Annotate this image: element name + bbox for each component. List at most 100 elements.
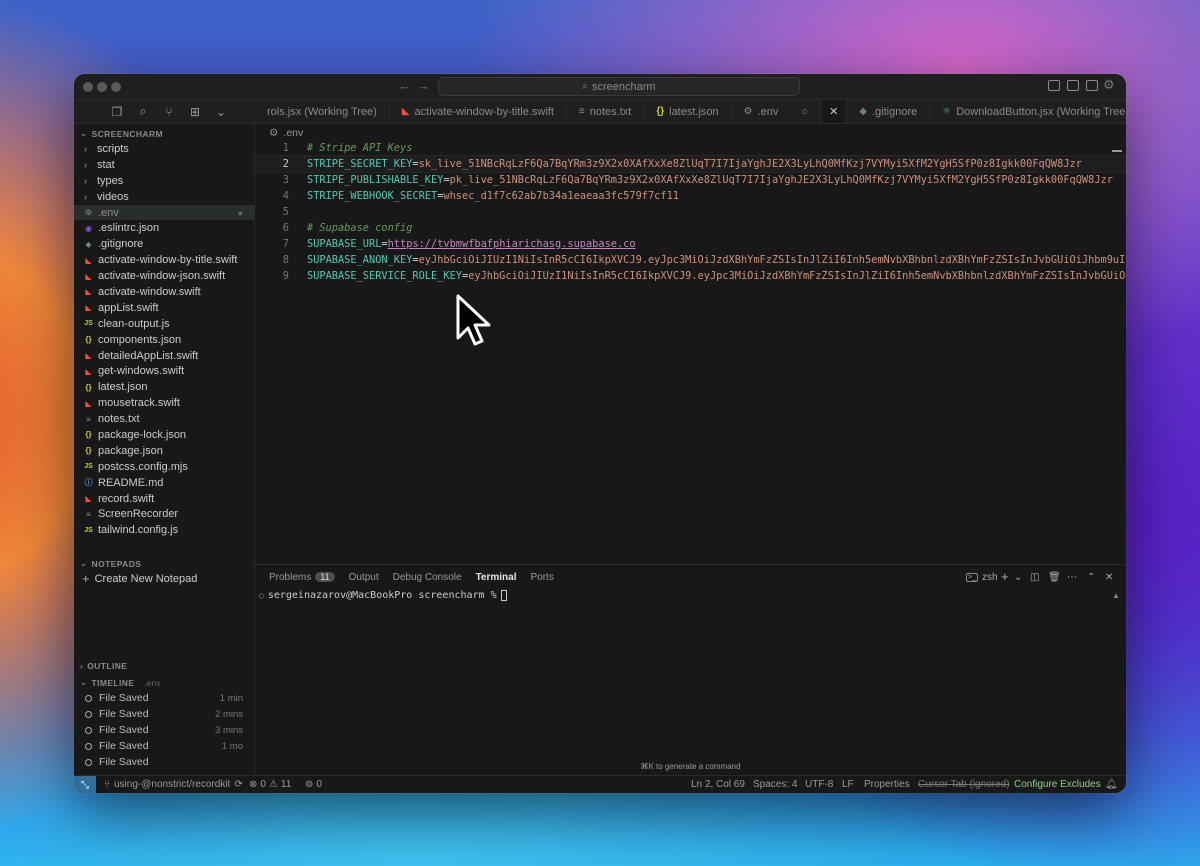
tree-file-latest-json[interactable]: {} latest.json <box>74 379 255 395</box>
tab-close-button[interactable]: ✕ <box>821 100 848 123</box>
tree-file-applist[interactable]: ◣ appList.swift <box>74 300 255 316</box>
tree-file-screenrecorder[interactable]: ≡ ScreenRecorder <box>74 506 255 522</box>
code-line[interactable]: 1 # Stripe API Keys <box>255 140 1126 156</box>
end-of-line[interactable]: LF <box>842 779 854 790</box>
tree-file-gitignore[interactable]: ◆ .gitignore <box>74 236 255 252</box>
close-window-button[interactable] <box>83 82 93 92</box>
tree-file-package-json[interactable]: {} package.json <box>74 443 255 459</box>
tree-file-activate-window-json[interactable]: ◣ activate-window-json.swift <box>74 268 255 284</box>
cursor-tab-status[interactable]: Cursor Tab (ignored) <box>918 779 1010 790</box>
configure-excludes-link[interactable]: Configure Excludes <box>1014 779 1101 790</box>
terminal-dropdown-chevron-icon[interactable]: ⌄ <box>1014 572 1022 583</box>
tab-output[interactable]: Output <box>349 572 379 583</box>
command-center-search[interactable]: ⌕ screencharm <box>438 77 800 96</box>
code-editor[interactable]: ⚙ .env 1 # Stripe API Keys 2 STRIPE_SECR… <box>254 124 1126 564</box>
breadcrumb[interactable]: ⚙ .env <box>269 127 303 139</box>
code-line[interactable]: 4 STRIPE_WEBHOOK_SECRET=whsec_d1f7c62ab7… <box>255 188 1126 204</box>
code-line[interactable]: 9 SUPABASE_SERVICE_ROLE_KEY=eyJhbGciOiJI… <box>255 268 1126 284</box>
tree-file-eslintrc[interactable]: ◉ .eslintrc.json <box>74 220 255 236</box>
tree-file-record-swift[interactable]: ◣ record.swift <box>74 491 255 507</box>
tree-file-readme[interactable]: ⓘ README.md <box>74 475 255 491</box>
tab-controls-jsx[interactable]: rols.jsx (Working Tree) <box>255 100 390 123</box>
toggle-panel-icon[interactable] <box>1067 80 1079 91</box>
split-terminal-icon[interactable]: ◫ <box>1030 572 1039 583</box>
code-line[interactable]: 7 SUPABASE_URL=https://tvbmwfbafphiarich… <box>255 236 1126 252</box>
tree-folder-types[interactable]: › types <box>74 173 255 189</box>
code-line[interactable]: 8 SUPABASE_ANON_KEY=eyJhbGciOiJIUzI1NiIs… <box>255 252 1126 268</box>
tree-file-postcss-config[interactable]: JS postcss.config.mjs <box>74 459 255 475</box>
ports-indicator[interactable]: ⊚ 0 <box>305 779 322 790</box>
tab-ports[interactable]: Ports <box>531 572 554 583</box>
timeline-entry[interactable]: File Saved <box>74 754 255 770</box>
more-views-chevron-icon[interactable]: ⌄ <box>214 105 228 119</box>
modified-dot-icon: ● <box>237 207 243 218</box>
tab-latest-json[interactable]: {} latest.json <box>644 100 732 123</box>
tab-notes-txt[interactable]: ≡ notes.txt <box>567 100 645 123</box>
tree-folder-stat[interactable]: › stat <box>74 157 255 173</box>
tree-file-mousetrack[interactable]: ◣ mousetrack.swift <box>74 395 255 411</box>
new-terminal-button[interactable]: + <box>1001 569 1009 584</box>
terminal-shell-selector[interactable]: >_ zsh <box>966 572 998 583</box>
explorer-icon[interactable]: ❐ <box>110 105 124 119</box>
timeline-entry[interactable]: File Saved 2 mins <box>74 706 255 722</box>
tab-activate-window-by-title[interactable]: ◣ activate-window-by-title.swift <box>390 100 567 123</box>
tab-debug-console[interactable]: Debug Console <box>393 572 462 583</box>
close-panel-icon[interactable]: ✕ <box>1105 572 1113 583</box>
forward-arrow-icon[interactable]: → <box>417 78 430 93</box>
circle-icon <box>85 694 92 702</box>
tab-terminal[interactable]: Terminal <box>476 572 517 583</box>
toggle-secondary-sidebar-icon[interactable] <box>1086 80 1098 91</box>
bottom-panel: Problems 11 Output Debug Console Terminal… <box>255 564 1126 775</box>
branch-indicator[interactable]: ⑂ using-@nonstrict/recordkit ⟳ <box>104 779 243 790</box>
more-icon[interactable]: ⋯ <box>1067 572 1077 583</box>
code-line[interactable]: 3 STRIPE_PUBLISHABLE_KEY=pk_live_51NBcRq… <box>255 172 1126 188</box>
maximize-panel-chevron-up-icon[interactable]: ⌃ <box>1087 572 1095 583</box>
tree-file-notes-txt[interactable]: ≡ notes.txt <box>74 411 255 427</box>
search-view-icon[interactable]: ⌕ <box>136 104 150 119</box>
timeline-entry[interactable]: File Saved 3 mins <box>74 722 255 738</box>
code-line-current[interactable]: 2 STRIPE_SECRET_KEY=sk_live_51NBcRqLzF6Q… <box>254 155 1126 173</box>
scroll-up-icon[interactable]: ▲ <box>1112 591 1120 600</box>
encoding[interactable]: UTF-8 <box>805 779 833 790</box>
supabase-url-link[interactable]: https://tvbmwfbafphiarichasg.supabase.co <box>388 238 636 250</box>
minimize-window-button[interactable] <box>97 82 107 92</box>
notepads-section-header[interactable]: ⌄ NOTEPADS <box>80 558 141 569</box>
timeline-section-header[interactable]: ⌄ TIMELINE .env <box>80 677 160 688</box>
code-line[interactable]: 5 <box>255 204 1126 220</box>
tab-problems[interactable]: Problems 11 <box>269 572 335 583</box>
source-control-icon[interactable]: ⑂ <box>162 105 176 119</box>
tab-env[interactable]: ⚙ .env ○ <box>732 100 822 123</box>
indentation[interactable]: Spaces: 4 <box>753 779 797 790</box>
tree-file-env[interactable]: ⚙ .env ● <box>74 204 255 221</box>
trash-icon[interactable]: 🗑 <box>1048 572 1061 583</box>
language-mode[interactable]: Properties <box>864 779 910 790</box>
cursor-position[interactable]: Ln 2, Col 69 <box>691 779 745 790</box>
notifications-bell-icon[interactable]: 🔔︎ <box>1105 779 1118 790</box>
create-notepad-button[interactable]: + Create New Notepad <box>74 571 255 587</box>
tree-file-package-lock[interactable]: {} package-lock.json <box>74 427 255 443</box>
timeline-entry[interactable]: File Saved 1 mo <box>74 738 255 754</box>
tree-file-activate-window-by-title[interactable]: ◣ activate-window-by-title.swift <box>74 252 255 268</box>
tab-gitignore[interactable]: ◆ .gitignore <box>847 100 931 123</box>
tree-file-activate-window[interactable]: ◣ activate-window.swift <box>74 284 255 300</box>
remote-indicator-icon[interactable]: ⤡ <box>74 776 96 793</box>
outline-section-header[interactable]: › OUTLINE <box>80 661 127 671</box>
explorer-section-header[interactable]: ⌄ SCREENCHARM <box>80 128 163 139</box>
extensions-icon[interactable]: ⊞ <box>188 105 202 119</box>
tree-file-get-windows[interactable]: ◣ get-windows.swift <box>74 363 255 379</box>
zoom-window-button[interactable] <box>111 82 121 92</box>
tree-file-detailedapplist[interactable]: ◣ detailedAppList.swift <box>74 348 255 364</box>
tree-file-components-json[interactable]: {} components.json <box>74 332 255 348</box>
tree-file-tailwind-config[interactable]: JS tailwind.config.js <box>74 522 255 538</box>
tree-folder-videos[interactable]: › videos <box>74 189 255 205</box>
settings-gear-icon[interactable]: ⚙ <box>1103 77 1115 93</box>
tab-downloadbutton-jsx[interactable]: ⚛ DownloadButton.jsx (Working Tree) <box>930 100 1126 123</box>
back-arrow-icon[interactable]: ← <box>398 78 411 93</box>
problems-indicator[interactable]: ⊗ 0 ⚠ 11 <box>249 779 291 790</box>
toggle-sidebar-icon[interactable] <box>1048 80 1060 91</box>
code-line[interactable]: 6 # Supabase config <box>255 220 1126 236</box>
timeline-entry[interactable]: File Saved 1 min <box>74 690 255 706</box>
tree-folder-scripts[interactable]: › scripts <box>74 141 255 157</box>
tree-file-clean-output[interactable]: JS clean-output.js <box>74 316 255 332</box>
terminal-output[interactable]: ○ sergeinazarov@MacBookPro screencharm % <box>259 590 507 601</box>
